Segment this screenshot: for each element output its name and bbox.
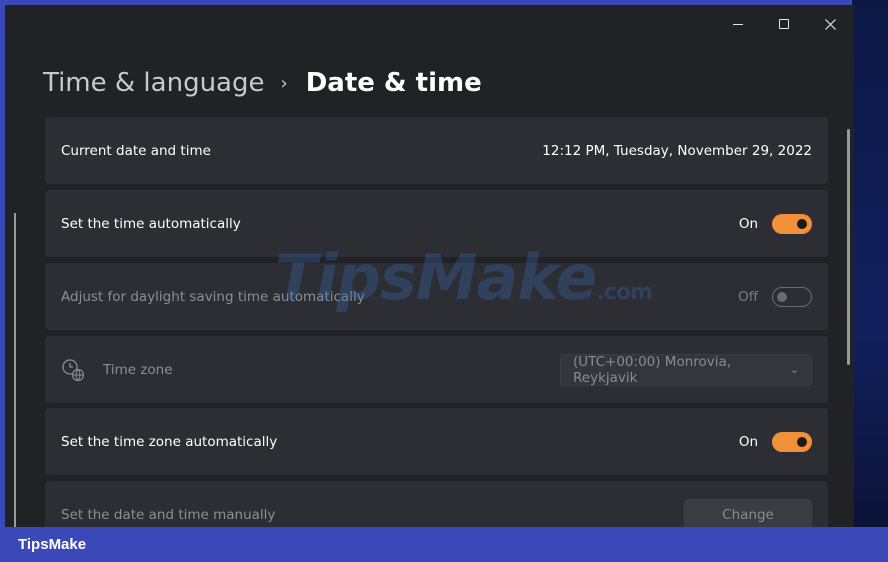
desktop-background xyxy=(852,0,888,527)
settings-window: Time & language › Date & time Current da… xyxy=(5,5,854,527)
manual-date-label: Set the date and time manually xyxy=(61,506,276,523)
page-title: Date & time xyxy=(305,68,482,98)
daylight-saving-card: Adjust for daylight saving time automati… xyxy=(45,263,828,330)
current-date-label: Current date and time xyxy=(61,142,211,159)
breadcrumb-parent-link[interactable]: Time & language xyxy=(43,68,264,98)
manual-date-card: Set the date and time manually Change xyxy=(45,481,828,527)
close-button[interactable] xyxy=(808,9,852,39)
toggle-knob xyxy=(777,291,787,302)
footer-bar: TipsMake xyxy=(0,527,888,562)
set-tz-auto-label: Set the time zone automatically xyxy=(61,433,278,450)
breadcrumb: Time & language › Date & time xyxy=(43,63,482,103)
nav-rail-indicator xyxy=(14,213,16,527)
set-time-auto-toggle[interactable] xyxy=(772,213,812,234)
toggle-knob xyxy=(797,436,807,447)
minimize-button[interactable] xyxy=(716,9,760,39)
maximize-button[interactable] xyxy=(762,9,806,39)
daylight-saving-label: Adjust for daylight saving time automati… xyxy=(61,288,365,305)
set-time-auto-label: Set the time automatically xyxy=(61,215,241,232)
close-icon xyxy=(824,18,836,30)
minimize-icon xyxy=(733,23,743,25)
time-zone-card: Time zone (UTC+00:00) Monrovia, Reykjavi… xyxy=(45,336,828,403)
set-tz-auto-state: On xyxy=(738,433,758,450)
vertical-scrollbar[interactable] xyxy=(847,129,850,365)
time-zone-selected: (UTC+00:00) Monrovia, Reykjavik xyxy=(573,353,732,386)
set-tz-auto-toggle[interactable] xyxy=(772,431,812,452)
time-zone-label: Time zone xyxy=(103,361,173,378)
set-time-auto-state: On xyxy=(738,215,758,232)
clock-globe-icon xyxy=(62,358,85,381)
set-time-auto-card: Set the time automatically On xyxy=(45,190,828,257)
daylight-saving-state: Off xyxy=(738,288,758,305)
change-button[interactable]: Change xyxy=(684,498,812,527)
set-tz-auto-card: Set the time zone automatically On xyxy=(45,408,828,475)
chevron-right-icon: › xyxy=(280,72,288,94)
chevron-down-icon: ⌄ xyxy=(789,363,799,376)
maximize-icon xyxy=(779,19,789,29)
daylight-saving-toggle[interactable] xyxy=(772,286,812,307)
current-date-value: 12:12 PM, Tuesday, November 29, 2022 xyxy=(542,142,812,159)
toggle-knob xyxy=(797,218,807,229)
time-zone-dropdown[interactable]: (UTC+00:00) Monrovia, Reykjavik ⌄ xyxy=(560,353,812,386)
current-date-card: Current date and time 12:12 PM, Tuesday,… xyxy=(45,117,828,184)
footer-brand: TipsMake xyxy=(18,536,87,553)
